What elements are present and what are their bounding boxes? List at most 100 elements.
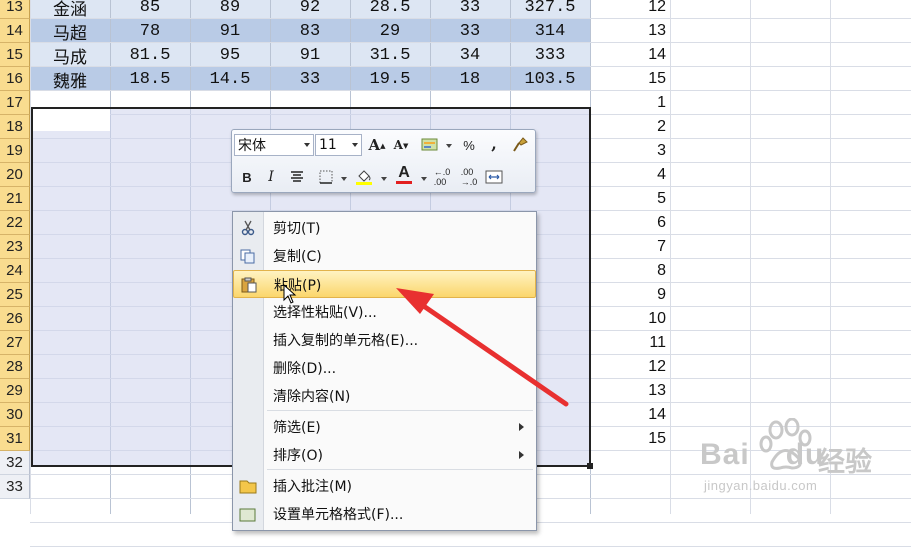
sequence-cell[interactable]: 3	[590, 139, 666, 163]
sequence-cell[interactable]: 6	[590, 211, 666, 235]
sequence-cell[interactable]: 13	[590, 19, 666, 43]
chevron-down-icon[interactable]	[446, 144, 452, 148]
score-cell[interactable]: 91	[190, 19, 270, 43]
borders-button[interactable]	[315, 166, 337, 188]
menu-item-7[interactable]: 筛选(E)	[233, 413, 536, 441]
row-header[interactable]: 15	[0, 43, 30, 67]
grow-font-button[interactable]: A ▲	[366, 134, 388, 156]
center-align-button[interactable]	[286, 166, 308, 188]
row-header[interactable]: 20	[0, 163, 30, 187]
score-cell[interactable]: 314	[510, 19, 590, 43]
row-header[interactable]: 25	[0, 283, 30, 307]
menu-item-10[interactable]: 设置单元格格式(F)...	[233, 500, 536, 528]
row-header[interactable]: 30	[0, 403, 30, 427]
menu-item-9[interactable]: 插入批注(M)	[233, 472, 536, 500]
chevron-down-icon[interactable]	[341, 177, 347, 181]
sequence-cell[interactable]: 2	[590, 115, 666, 139]
row-header[interactable]: 22	[0, 211, 30, 235]
sequence-cell[interactable]: 12	[590, 0, 666, 19]
sequence-cell[interactable]: 1	[590, 91, 666, 115]
font-name-combo[interactable]: 宋体	[234, 134, 314, 156]
score-cell[interactable]: 19.5	[350, 67, 430, 91]
sequence-cell[interactable]: 12	[590, 355, 666, 379]
score-cell[interactable]: 31.5	[350, 43, 430, 67]
font-size-combo[interactable]: 11	[315, 134, 362, 156]
sequence-cell[interactable]: 7	[590, 235, 666, 259]
score-cell[interactable]: 95	[190, 43, 270, 67]
score-cell[interactable]: 85	[110, 0, 190, 19]
menu-item-3[interactable]: 选择性粘贴(V)...	[233, 298, 536, 326]
score-cell[interactable]: 18.5	[110, 67, 190, 91]
row-header[interactable]: 26	[0, 307, 30, 331]
sequence-cell[interactable]: 15	[590, 427, 666, 451]
active-cell[interactable]	[33, 109, 110, 131]
row-header[interactable]: 23	[0, 235, 30, 259]
sequence-cell[interactable]: 4	[590, 163, 666, 187]
menu-item-4[interactable]: 插入复制的单元格(E)...	[233, 326, 536, 354]
row-header[interactable]: 33	[0, 475, 30, 499]
sequence-cell[interactable]: 15	[590, 67, 666, 91]
score-cell[interactable]: 333	[510, 43, 590, 67]
score-cell[interactable]: 14.5	[190, 67, 270, 91]
menu-item-5[interactable]: 删除(D)...	[233, 354, 536, 382]
sequence-cell[interactable]: 13	[590, 379, 666, 403]
sequence-cell[interactable]: 14	[590, 403, 666, 427]
sequence-cell[interactable]: 10	[590, 307, 666, 331]
merge-center-button[interactable]	[483, 166, 505, 188]
row-header[interactable]: 16	[0, 67, 30, 91]
sequence-cell[interactable]: 11	[590, 331, 666, 355]
format-painter-button[interactable]	[509, 134, 531, 156]
accounting-format-button[interactable]	[419, 134, 441, 156]
italic-button[interactable]: I	[260, 166, 282, 188]
row-header[interactable]: 27	[0, 331, 30, 355]
name-cell[interactable]: 马超	[30, 19, 110, 44]
score-cell[interactable]: 89	[190, 0, 270, 19]
menu-item-6[interactable]: 清除内容(N)	[233, 382, 536, 410]
score-cell[interactable]: 33	[430, 19, 510, 43]
fill-color-button[interactable]	[353, 166, 375, 188]
score-cell[interactable]: 29	[350, 19, 430, 43]
row-header[interactable]: 32	[0, 451, 30, 475]
row-header[interactable]: 29	[0, 379, 30, 403]
font-color-button[interactable]: A	[393, 163, 415, 185]
score-cell[interactable]: 92	[270, 0, 350, 19]
score-cell[interactable]: 103.5	[510, 67, 590, 91]
menu-item-2[interactable]: 粘贴(P)	[233, 270, 536, 298]
row-header[interactable]: 13	[0, 0, 30, 19]
chevron-down-icon[interactable]	[421, 177, 427, 181]
row-header[interactable]: 17	[0, 91, 30, 115]
sequence-cell[interactable]: 9	[590, 283, 666, 307]
row-header[interactable]: 14	[0, 19, 30, 43]
score-cell[interactable]: 28.5	[350, 0, 430, 19]
score-cell[interactable]: 91	[270, 43, 350, 67]
score-cell[interactable]: 327.5	[510, 0, 590, 19]
menu-item-1[interactable]: 复制(C)	[233, 242, 536, 270]
score-cell[interactable]: 34	[430, 43, 510, 67]
increase-decimal-button[interactable]: ←.0.00	[431, 166, 453, 188]
row-header[interactable]: 24	[0, 259, 30, 283]
sequence-cell[interactable]: 8	[590, 259, 666, 283]
percent-button[interactable]: %	[458, 134, 480, 156]
row-header[interactable]: 31	[0, 427, 30, 451]
sequence-cell[interactable]: 5	[590, 187, 666, 211]
menu-item-0[interactable]: 剪切(T)	[233, 214, 536, 242]
score-cell[interactable]: 33	[270, 67, 350, 91]
fill-handle[interactable]	[587, 463, 593, 469]
row-header[interactable]: 18	[0, 115, 30, 139]
shrink-font-button[interactable]: A ▼	[390, 134, 412, 156]
comma-button[interactable]: ,	[483, 132, 505, 154]
name-cell[interactable]: 马成	[30, 43, 110, 68]
score-cell[interactable]: 81.5	[110, 43, 190, 67]
name-cell[interactable]: 魏雅	[30, 67, 110, 92]
score-cell[interactable]: 33	[430, 0, 510, 19]
score-cell[interactable]: 18	[430, 67, 510, 91]
name-cell[interactable]: 金涵	[30, 0, 110, 20]
chevron-down-icon[interactable]	[381, 177, 387, 181]
score-cell[interactable]: 78	[110, 19, 190, 43]
score-cell[interactable]: 83	[270, 19, 350, 43]
menu-item-8[interactable]: 排序(O)	[233, 441, 536, 469]
bold-button[interactable]: B	[236, 166, 258, 188]
sequence-cell[interactable]: 14	[590, 43, 666, 67]
row-header[interactable]: 19	[0, 139, 30, 163]
row-header[interactable]: 28	[0, 355, 30, 379]
